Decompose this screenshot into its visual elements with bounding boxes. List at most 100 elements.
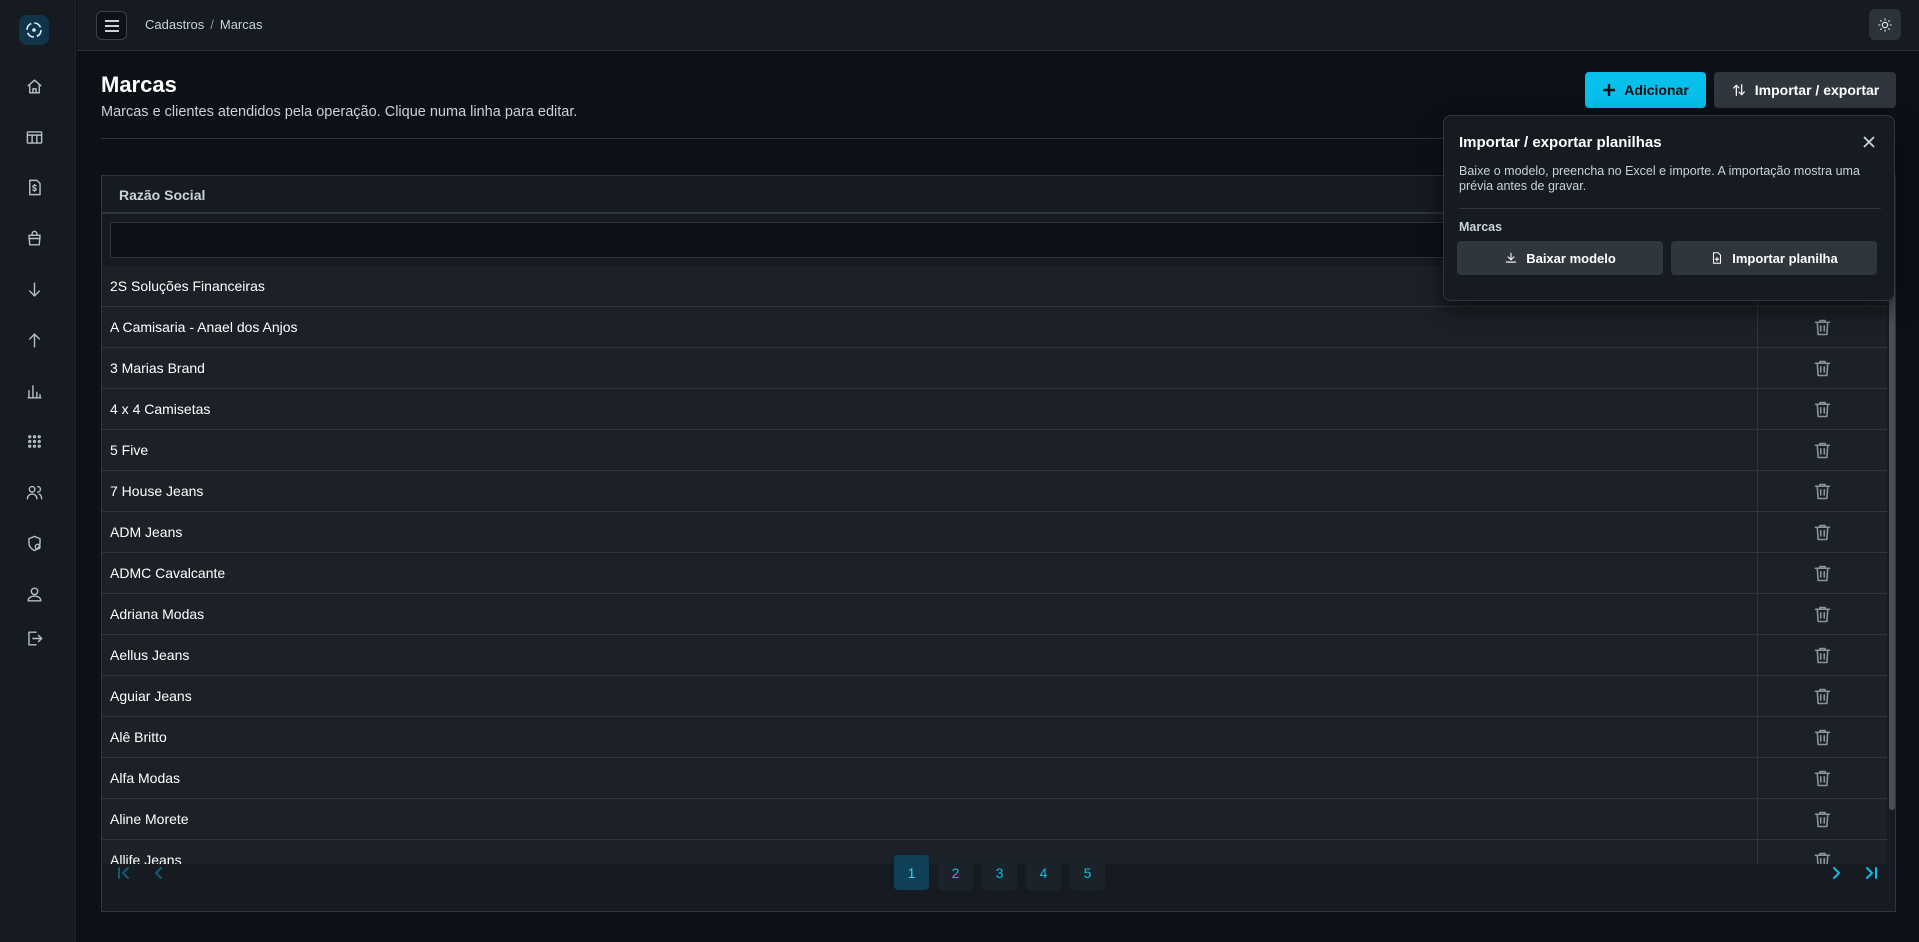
delete-row-button[interactable] <box>1812 317 1833 338</box>
popover-section-label: Marcas <box>1459 220 1503 234</box>
logo-icon <box>26 22 42 38</box>
delete-row-button[interactable] <box>1812 358 1833 379</box>
import-export-button[interactable]: Importar / exportar <box>1714 72 1896 108</box>
table-row[interactable]: 3 Marias Brand <box>102 348 1887 389</box>
column-header-razao-social[interactable]: Razão Social <box>119 187 205 203</box>
menu-toggle-button[interactable] <box>96 11 127 40</box>
topbar: Cadastros / Marcas <box>77 0 1919 51</box>
trash-icon <box>1814 647 1831 664</box>
row-actions-cell <box>1757 635 1887 676</box>
delete-row-button[interactable] <box>1812 481 1833 502</box>
sidebar-item-inventory[interactable] <box>19 122 49 152</box>
trash-icon <box>1814 442 1831 459</box>
arrow-up-icon <box>28 332 40 348</box>
import-spreadsheet-label: Importar planilha <box>1732 250 1838 266</box>
page-button-3[interactable]: 3 <box>982 855 1017 890</box>
brand-name-cell: Aguiar Jeans <box>110 688 192 704</box>
sun-icon <box>1878 17 1892 32</box>
next-page-button[interactable] <box>1818 855 1853 890</box>
page-button-5[interactable]: 5 <box>1070 855 1105 890</box>
sidebar-item-billing[interactable] <box>19 172 49 202</box>
delete-row-button[interactable] <box>1812 686 1833 707</box>
row-actions-cell <box>1757 758 1887 799</box>
table-row[interactable]: Aline Morete <box>102 799 1887 840</box>
import-export-popover: Importar / exportar planilhas Baixe o mo… <box>1443 115 1895 301</box>
popover-close-button[interactable] <box>1859 132 1879 152</box>
first-page-icon <box>117 866 129 879</box>
table-body: 2S Soluções Financeiras A Camisaria - Ana… <box>102 266 1887 874</box>
delete-row-button[interactable] <box>1812 522 1833 543</box>
table-row[interactable]: Adriana Modas <box>102 594 1887 635</box>
breadcrumb-parent[interactable]: Cadastros <box>145 17 204 32</box>
trash-icon <box>1814 606 1831 623</box>
delete-row-button[interactable] <box>1812 645 1833 666</box>
brand-name-cell: Alê Britto <box>110 729 167 745</box>
sidebar-item-outbound[interactable] <box>19 325 49 355</box>
delete-row-button[interactable] <box>1812 727 1833 748</box>
app-logo[interactable] <box>19 15 49 45</box>
table-row[interactable]: 5 Five <box>102 430 1887 471</box>
first-page-button[interactable] <box>106 855 141 890</box>
add-button[interactable]: Adicionar <box>1585 72 1706 108</box>
page-subtitle: Marcas e clientes atendidos pela operaçã… <box>101 104 578 120</box>
brand-name-cell: Alfa Modas <box>110 770 181 786</box>
brand-name-cell: 7 House Jeans <box>110 483 204 499</box>
sidebar-item-apps[interactable] <box>19 426 49 456</box>
delete-row-button[interactable] <box>1812 809 1833 830</box>
table-row[interactable]: 7 House Jeans <box>102 471 1887 512</box>
shield-user-icon <box>27 535 41 551</box>
download-template-label: Baixar modelo <box>1526 250 1616 266</box>
table-row[interactable]: 4 x 4 Camisetas <box>102 389 1887 430</box>
import-spreadsheet-button[interactable]: Importar planilha <box>1671 241 1877 275</box>
delete-row-button[interactable] <box>1812 768 1833 789</box>
table-row[interactable]: Alfa Modas <box>102 758 1887 799</box>
breadcrumb-current: Marcas <box>219 17 263 32</box>
trash-icon <box>1814 688 1831 705</box>
last-page-button[interactable] <box>1853 855 1888 890</box>
sidebar-item-logout[interactable] <box>19 623 49 653</box>
delete-row-button[interactable] <box>1812 399 1833 420</box>
scrollbar-thumb[interactable] <box>1889 280 1895 810</box>
logout-icon <box>27 630 42 646</box>
trash-icon <box>1814 360 1831 377</box>
plus-icon <box>1603 84 1616 96</box>
download-template-button[interactable]: Baixar modelo <box>1457 241 1663 275</box>
sidebar-item-profile[interactable] <box>19 579 49 609</box>
table-row[interactable]: Alê Britto <box>102 717 1887 758</box>
chevron-right-icon <box>1832 866 1840 879</box>
delete-row-button[interactable] <box>1812 604 1833 625</box>
column-filter-input[interactable] <box>110 222 1530 258</box>
table-row[interactable]: Aguiar Jeans <box>102 676 1887 717</box>
table-row[interactable]: ADMC Cavalcante <box>102 553 1887 594</box>
user-icon <box>26 586 42 602</box>
sidebar-item-inbound[interactable] <box>19 274 49 304</box>
delete-row-button[interactable] <box>1812 563 1833 584</box>
page-button-4[interactable]: 4 <box>1026 855 1061 890</box>
row-actions-cell <box>1757 307 1887 348</box>
sidebar-item-orders[interactable] <box>19 223 49 253</box>
page-button-2[interactable]: 2 <box>938 855 973 890</box>
file-plus-icon <box>1713 252 1722 264</box>
previous-page-button[interactable] <box>141 855 176 890</box>
popover-title: Importar / exportar planilhas <box>1459 134 1662 151</box>
sidebar-item-reports[interactable] <box>19 376 49 406</box>
sidebar-item-users[interactable] <box>19 477 49 507</box>
chevron-left-icon <box>154 866 162 879</box>
trash-icon <box>1814 565 1831 582</box>
table-row[interactable]: ADM Jeans <box>102 512 1887 553</box>
row-actions-cell <box>1757 799 1887 840</box>
sidebar-item-home[interactable] <box>19 71 49 101</box>
page-title: Marcas <box>101 72 177 97</box>
import-export-button-label: Importar / exportar <box>1754 82 1880 98</box>
table-scrollbar[interactable]: ▼ <box>1888 266 1895 874</box>
theme-toggle-button[interactable] <box>1869 9 1901 40</box>
delete-row-button[interactable] <box>1812 440 1833 461</box>
sidebar-item-permissions[interactable] <box>19 528 49 558</box>
brand-name-cell: Aellus Jeans <box>110 647 190 663</box>
grid-icon <box>27 434 41 448</box>
page-button-1[interactable]: 1 <box>894 855 929 890</box>
table-row[interactable]: Aellus Jeans <box>102 635 1887 676</box>
trash-icon <box>1814 483 1831 500</box>
table-row[interactable]: A Camisaria - Anael dos Anjos <box>102 307 1887 348</box>
brand-name-cell: 2S Soluções Financeiras <box>110 278 265 294</box>
